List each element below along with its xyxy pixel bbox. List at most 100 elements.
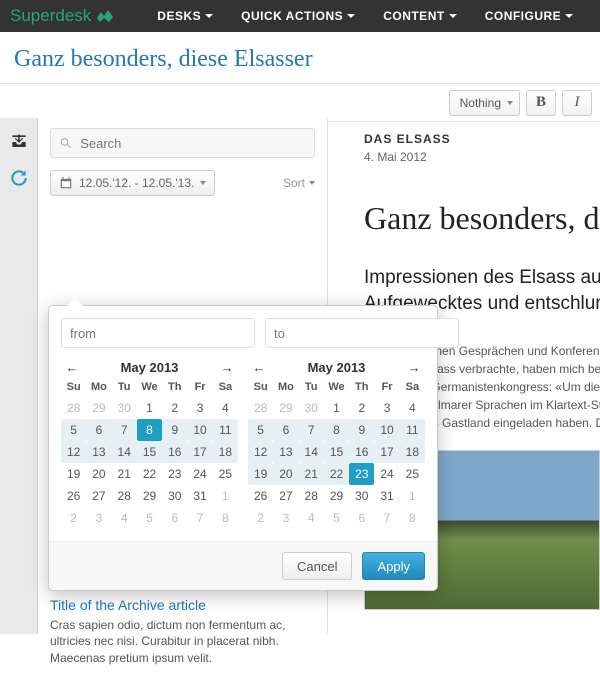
day-cell[interactable]: 13 (273, 441, 298, 463)
day-cell[interactable]: 5 (324, 507, 349, 529)
day-cell[interactable]: 2 (248, 507, 273, 529)
day-cell[interactable]: 25 (400, 463, 425, 485)
to-input[interactable] (265, 318, 459, 348)
search-input[interactable] (72, 136, 306, 151)
day-cell[interactable]: 2 (349, 397, 374, 419)
day-cell[interactable]: 3 (273, 507, 298, 529)
italic-button[interactable]: I (562, 90, 592, 116)
day-cell[interactable]: 1 (213, 485, 238, 507)
day-cell[interactable]: 21 (112, 463, 137, 485)
day-cell[interactable]: 24 (374, 463, 399, 485)
day-cell[interactable]: 4 (400, 397, 425, 419)
calendar-grid[interactable]: 2829301234567891011121314151617181920212… (61, 397, 238, 529)
day-cell[interactable]: 28 (61, 397, 86, 419)
day-cell[interactable]: 11 (213, 419, 238, 441)
day-cell[interactable]: 25 (213, 463, 238, 485)
day-cell[interactable]: 28 (248, 397, 273, 419)
day-cell[interactable]: 19 (61, 463, 86, 485)
day-cell[interactable]: 11 (400, 419, 425, 441)
day-cell[interactable]: 23 (162, 463, 187, 485)
day-cell[interactable]: 8 (324, 419, 349, 441)
nav-quick-actions[interactable]: QUICK ACTIONS (227, 9, 369, 23)
day-cell[interactable]: 5 (61, 419, 86, 441)
nav-desks[interactable]: DESKS (143, 9, 227, 23)
day-cell[interactable]: 6 (349, 507, 374, 529)
day-cell[interactable]: 29 (273, 397, 298, 419)
day-cell[interactable]: 5 (248, 419, 273, 441)
day-cell[interactable]: 7 (374, 507, 399, 529)
prev-month-button[interactable]: ← (63, 360, 81, 375)
day-cell[interactable]: 14 (112, 441, 137, 463)
from-input[interactable] (61, 318, 255, 348)
day-cell[interactable]: 1 (400, 485, 425, 507)
refresh-icon[interactable] (9, 168, 29, 188)
bold-button[interactable]: B (526, 90, 556, 116)
day-cell[interactable]: 5 (137, 507, 162, 529)
day-cell[interactable]: 6 (273, 419, 298, 441)
nav-content[interactable]: CONTENT (369, 9, 471, 23)
day-cell[interactable]: 31 (187, 485, 212, 507)
day-cell[interactable]: 8 (137, 419, 162, 441)
day-cell[interactable]: 18 (213, 441, 238, 463)
cancel-button[interactable]: Cancel (282, 552, 352, 580)
day-cell[interactable]: 14 (299, 441, 324, 463)
day-cell[interactable]: 30 (162, 485, 187, 507)
day-cell[interactable]: 6 (162, 507, 187, 529)
day-cell[interactable]: 23 (349, 463, 374, 485)
day-cell[interactable]: 9 (162, 419, 187, 441)
day-cell[interactable]: 30 (349, 485, 374, 507)
day-cell[interactable]: 18 (400, 441, 425, 463)
day-cell[interactable]: 29 (324, 485, 349, 507)
date-range-button[interactable]: 12.05.'12. - 12.05.'13. (50, 170, 215, 196)
day-cell[interactable]: 1 (324, 397, 349, 419)
day-cell[interactable]: 15 (137, 441, 162, 463)
sort-dropdown[interactable]: Sort (283, 176, 315, 190)
inbox-icon[interactable] (9, 132, 29, 152)
day-cell[interactable]: 29 (137, 485, 162, 507)
day-cell[interactable]: 17 (187, 441, 212, 463)
day-cell[interactable]: 29 (86, 397, 111, 419)
day-cell[interactable]: 2 (61, 507, 86, 529)
day-cell[interactable]: 2 (162, 397, 187, 419)
day-cell[interactable]: 7 (112, 419, 137, 441)
day-cell[interactable]: 28 (112, 485, 137, 507)
day-cell[interactable]: 9 (349, 419, 374, 441)
day-cell[interactable]: 4 (112, 507, 137, 529)
day-cell[interactable]: 19 (248, 463, 273, 485)
day-cell[interactable]: 6 (86, 419, 111, 441)
day-cell[interactable]: 26 (61, 485, 86, 507)
day-cell[interactable]: 27 (273, 485, 298, 507)
day-cell[interactable]: 3 (187, 397, 212, 419)
apply-button[interactable]: Apply (362, 552, 425, 580)
day-cell[interactable]: 28 (299, 485, 324, 507)
day-cell[interactable]: 20 (273, 463, 298, 485)
day-cell[interactable]: 8 (213, 507, 238, 529)
day-cell[interactable]: 1 (137, 397, 162, 419)
day-cell[interactable]: 4 (213, 397, 238, 419)
day-cell[interactable]: 12 (248, 441, 273, 463)
day-cell[interactable]: 30 (299, 397, 324, 419)
day-cell[interactable]: 16 (349, 441, 374, 463)
day-cell[interactable]: 26 (248, 485, 273, 507)
day-cell[interactable]: 21 (299, 463, 324, 485)
nav-configure[interactable]: CONFIGURE (471, 9, 588, 23)
next-month-button[interactable]: → (405, 360, 423, 375)
day-cell[interactable]: 16 (162, 441, 187, 463)
day-cell[interactable]: 13 (86, 441, 111, 463)
day-cell[interactable]: 7 (187, 507, 212, 529)
day-cell[interactable]: 22 (324, 463, 349, 485)
calendar-grid[interactable]: 2829301234567891011121314151617181920212… (248, 397, 425, 529)
day-cell[interactable]: 10 (187, 419, 212, 441)
day-cell[interactable]: 8 (400, 507, 425, 529)
day-cell[interactable]: 3 (374, 397, 399, 419)
next-month-button[interactable]: → (218, 360, 236, 375)
prev-month-button[interactable]: ← (250, 360, 268, 375)
day-cell[interactable]: 27 (86, 485, 111, 507)
brand[interactable]: Superdesk (10, 6, 113, 26)
day-cell[interactable]: 22 (137, 463, 162, 485)
day-cell[interactable]: 4 (299, 507, 324, 529)
style-dropdown[interactable]: Nothing (449, 90, 520, 116)
day-cell[interactable]: 30 (112, 397, 137, 419)
day-cell[interactable]: 7 (299, 419, 324, 441)
day-cell[interactable]: 12 (61, 441, 86, 463)
